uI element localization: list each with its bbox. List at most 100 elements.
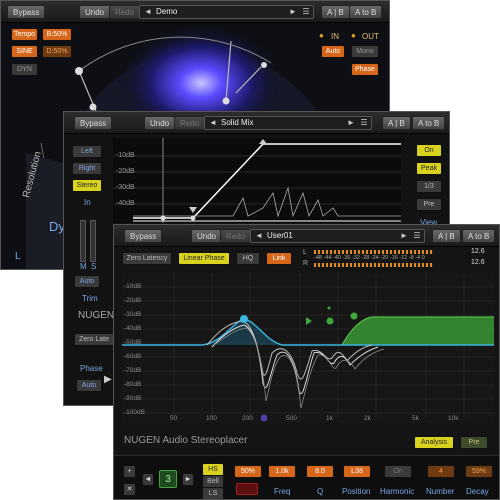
db-label-10: -10dB	[124, 283, 142, 290]
undo-button[interactable]: Undo	[144, 116, 176, 130]
db-label-30: -30dB	[124, 311, 142, 318]
undo-button[interactable]: Undo	[191, 229, 223, 243]
prev-band-button[interactable]: ◄	[142, 473, 154, 486]
pre-button[interactable]: Pre	[460, 436, 488, 449]
redo-button[interactable]: Redo	[220, 229, 252, 243]
freq-value[interactable]: 1.0k	[268, 465, 296, 478]
freq-label: Freq	[274, 487, 291, 496]
trim-fader-2[interactable]	[90, 220, 96, 262]
prev-preset-icon[interactable]: ◄	[253, 230, 265, 242]
preset-menu-icon[interactable]: ☰	[411, 230, 423, 242]
peak-button[interactable]: Peak	[416, 162, 442, 175]
low-shelf-button[interactable]: LS	[202, 487, 224, 499]
trim-fader[interactable]	[80, 220, 86, 262]
atob-button[interactable]: A to B	[349, 5, 383, 19]
zero-latency-button[interactable]: Zero Late	[74, 333, 114, 346]
ab-button[interactable]: A | B	[432, 229, 461, 243]
linear-phase-button[interactable]: Linear Phase	[178, 252, 230, 265]
remove-band-button[interactable]: ✕	[123, 483, 136, 496]
db-label-20: -20dB	[124, 297, 142, 304]
bypass-button[interactable]: Bypass	[124, 229, 163, 243]
db-label-40: -40dB	[116, 200, 135, 207]
preset-menu-icon[interactable]: ☰	[358, 117, 370, 129]
harmonic-value[interactable]: On	[384, 465, 412, 478]
preset-name: User01	[267, 231, 293, 240]
right-button[interactable]: Right	[72, 162, 102, 175]
next-preset-icon[interactable]: ►	[345, 117, 357, 129]
meter-l-label: L	[303, 249, 307, 256]
in-indicator-icon: ●	[319, 31, 324, 40]
analysis-button[interactable]: Analysis	[414, 436, 454, 449]
filter-graph[interactable]	[113, 138, 401, 223]
harmonic-label: Harmonic	[380, 487, 415, 496]
window-front: Bypass Undo Redo ◄ User01 ► ☰ A | B A to…	[113, 224, 500, 500]
tempo-value[interactable]: B:50%	[42, 28, 72, 41]
on-button[interactable]: On	[416, 144, 442, 157]
gain-lock-icon[interactable]	[236, 483, 258, 495]
peak-l-value: 12.6	[471, 248, 485, 255]
atob-button[interactable]: A to B	[462, 229, 496, 243]
pre-button[interactable]: Pre	[416, 198, 442, 211]
ab-button[interactable]: A | B	[321, 5, 350, 19]
eq-graph[interactable]	[122, 273, 494, 423]
redo-button[interactable]: Redo	[109, 5, 141, 19]
db-label-60: -60dB	[124, 353, 142, 360]
meter-r-label: R	[303, 260, 309, 267]
mono-button[interactable]: Mono	[351, 45, 379, 58]
gain-value[interactable]: 50%	[234, 465, 262, 478]
undo-button[interactable]: Undo	[79, 5, 111, 19]
ab-button[interactable]: A | B	[382, 116, 411, 130]
preset-selector[interactable]: ◄ Demo ► ☰	[139, 5, 314, 19]
next-preset-icon[interactable]: ►	[398, 230, 410, 242]
preset-name: Solid Mix	[221, 118, 254, 127]
sine-button[interactable]: SINE	[11, 45, 38, 58]
next-preset-icon[interactable]: ►	[287, 6, 299, 18]
auto-button[interactable]: Auto	[321, 45, 345, 58]
freq-label-10k: 10k	[448, 415, 459, 422]
preset-selector[interactable]: ◄ Solid Mix ► ☰	[204, 116, 372, 130]
link-button[interactable]: Link	[266, 252, 292, 265]
sine-value[interactable]: D:50%	[42, 45, 72, 58]
freq-label-200: 200	[242, 415, 253, 422]
bypass-button[interactable]: Bypass	[7, 5, 46, 19]
play-icon[interactable]: ▶	[104, 374, 112, 385]
auto-button[interactable]: Auto	[74, 275, 100, 288]
third-octave-button[interactable]: 1/3	[416, 180, 442, 193]
out-indicator-icon: ●	[351, 31, 356, 40]
decay-value[interactable]: 59%	[465, 465, 493, 478]
toolbar: Bypass Undo Redo ◄ Demo ► ☰ A | B A to B	[1, 1, 389, 23]
prev-preset-icon[interactable]: ◄	[142, 6, 154, 18]
hq-button[interactable]: HQ	[236, 252, 260, 265]
phase-button[interactable]: Phase	[351, 63, 379, 76]
db-label-80: -80dB	[124, 381, 142, 388]
freq-label-500: 500	[286, 415, 297, 422]
next-band-button[interactable]: ►	[182, 473, 194, 486]
tempo-button[interactable]: Tempo	[11, 28, 38, 41]
position-value[interactable]: L38	[343, 465, 371, 478]
redo-button[interactable]: Redo	[174, 116, 206, 130]
nugen-label: NUGEN	[78, 310, 115, 321]
freq-label-1k: 1k	[326, 415, 333, 422]
phase-auto-button[interactable]: Auto	[76, 379, 102, 392]
db-label-10: -10dB	[116, 152, 135, 159]
db-label-100: -100dB	[124, 409, 145, 416]
db-label-50: -50dB	[124, 339, 142, 346]
db-label-30: -30dB	[116, 184, 135, 191]
q-label: Q	[317, 487, 324, 496]
number-value[interactable]: 4	[427, 465, 455, 478]
preset-selector[interactable]: ◄ User01 ► ☰	[250, 229, 425, 243]
brand-label: NUGEN Audio Stereoplacer	[124, 435, 248, 446]
stereo-button[interactable]: Stereo	[72, 179, 102, 192]
decay-label: Decay	[466, 487, 489, 496]
preset-name: Demo	[156, 7, 178, 16]
left-button[interactable]: Left	[72, 145, 102, 158]
add-band-button[interactable]: +	[123, 465, 136, 478]
dyn-button[interactable]: DYN	[11, 63, 38, 76]
zero-latency-button[interactable]: Zero Latency	[122, 252, 172, 265]
prev-preset-icon[interactable]: ◄	[207, 117, 219, 129]
preset-menu-icon[interactable]: ☰	[300, 6, 312, 18]
atob-button[interactable]: A to B	[412, 116, 446, 130]
bypass-button[interactable]: Bypass	[74, 116, 113, 130]
q-value[interactable]: 8.0	[306, 465, 334, 478]
in-label: In	[84, 198, 91, 207]
